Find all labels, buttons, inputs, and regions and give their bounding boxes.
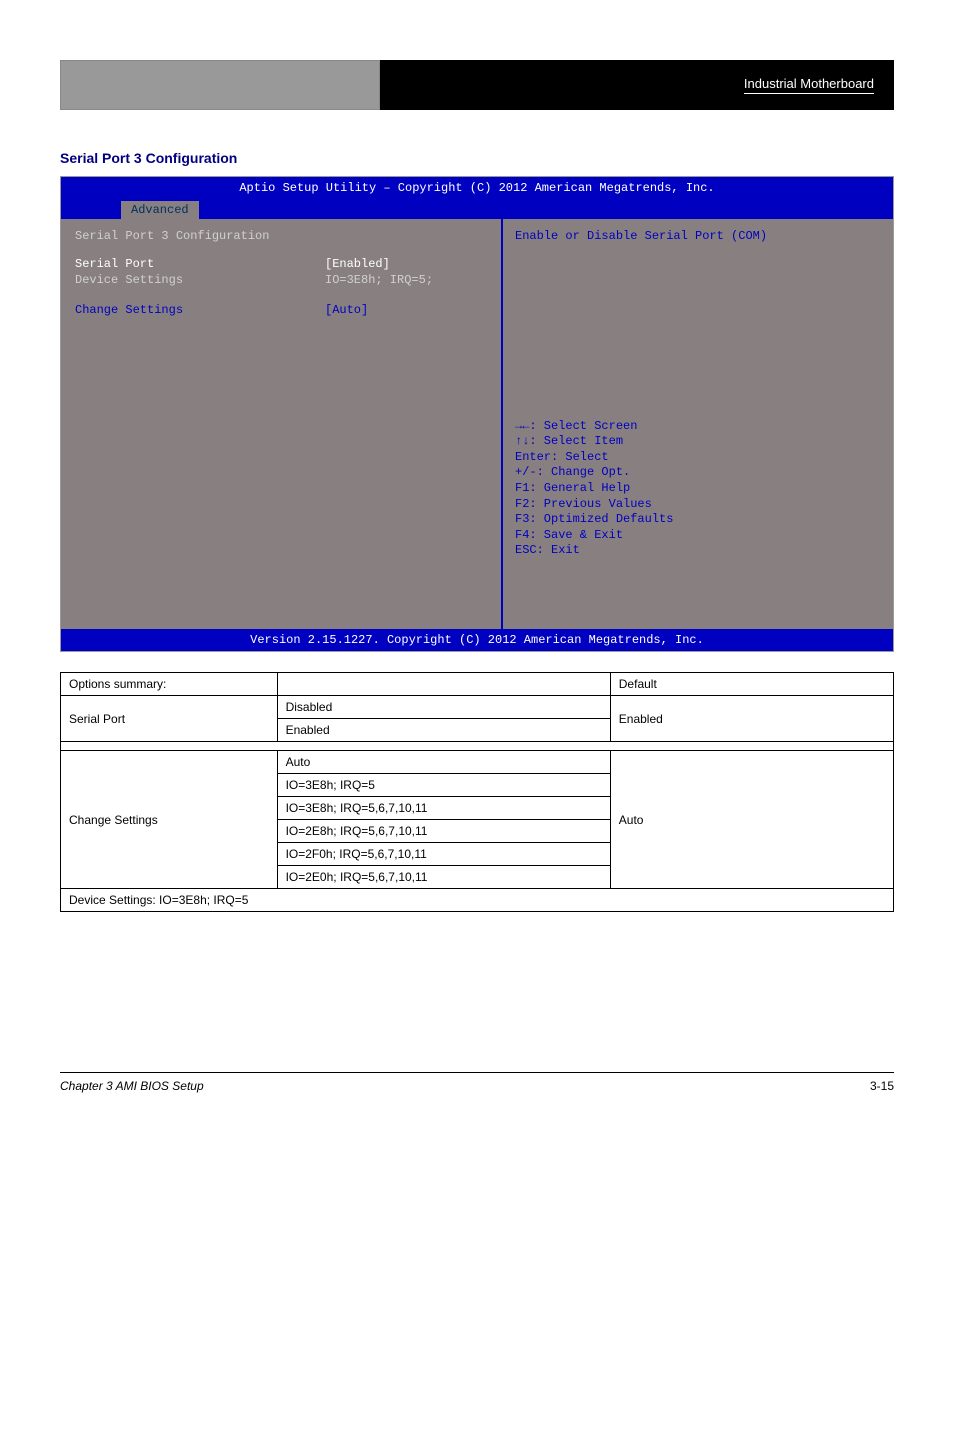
opt-value: IO=3E8h; IRQ=5	[278, 774, 610, 797]
table-row: Change Settings Auto IO=3E8h; IRQ=5 IO=3…	[61, 751, 894, 889]
nav-line: F1: General Help	[515, 481, 881, 497]
opt-value: Enabled	[278, 719, 610, 742]
th-blank	[277, 673, 610, 696]
bios-heading: Serial Port 3 Configuration	[75, 229, 487, 243]
nav-line: +/-: Change Opt.	[515, 465, 881, 481]
options-table: Options summary: Default Serial Port Dis…	[60, 672, 894, 912]
th-summary: Options summary:	[61, 673, 278, 696]
bios-footer: Version 2.15.1227. Copyright (C) 2012 Am…	[61, 629, 893, 651]
nav-line: ESC: Exit	[515, 543, 881, 559]
nav-line: F2: Previous Values	[515, 497, 881, 513]
opt-value: IO=2E0h; IRQ=5,6,7,10,11	[278, 866, 610, 889]
bios-nav-help: →←: Select Screen ↑↓: Select Item Enter:…	[515, 419, 881, 559]
opt-default: Auto	[610, 751, 893, 889]
bios-help-text: Enable or Disable Serial Port (COM)	[515, 229, 881, 243]
bios-item-device-settings: Device Settings	[75, 273, 325, 287]
header-left-block	[60, 60, 380, 110]
opt-value: Disabled	[278, 696, 610, 719]
opt-value: Auto	[278, 751, 610, 774]
footer-right: 3-15	[870, 1079, 894, 1093]
opt-value: IO=3E8h; IRQ=5,6,7,10,11	[278, 797, 610, 820]
nav-line: →←: Select Screen	[515, 419, 881, 435]
th-default: Default	[610, 673, 893, 696]
page-footer: Chapter 3 AMI BIOS Setup 3-15	[60, 1072, 894, 1093]
nav-line: ↑↓: Select Item	[515, 434, 881, 450]
opt-name: Serial Port	[61, 696, 278, 742]
bios-screenshot: Aptio Setup Utility – Copyright (C) 2012…	[60, 176, 894, 652]
header-title: Industrial Motherboard	[744, 76, 874, 94]
footer-left: Chapter 3 AMI BIOS Setup	[60, 1079, 204, 1093]
opt-value: IO=2F0h; IRQ=5,6,7,10,11	[278, 843, 610, 866]
table-row: Serial Port Disabled Enabled Enabled	[61, 696, 894, 742]
nav-line: F3: Optimized Defaults	[515, 512, 881, 528]
opt-note: Device Settings: IO=3E8h; IRQ=5	[61, 889, 894, 912]
bios-left-pane: Serial Port 3 Configuration Serial Port …	[61, 219, 501, 629]
tab-advanced[interactable]: Advanced	[121, 201, 199, 219]
bios-right-pane: Enable or Disable Serial Port (COM) →←: …	[501, 219, 893, 629]
opt-name: Change Settings	[61, 751, 278, 889]
opt-value: IO=2E8h; IRQ=5,6,7,10,11	[278, 820, 610, 843]
nav-line: Enter: Select	[515, 450, 881, 466]
nav-line: F4: Save & Exit	[515, 528, 881, 544]
bios-val-serial-port[interactable]: [Enabled]	[325, 257, 487, 271]
page-header: Industrial Motherboard	[60, 60, 894, 110]
section-title: Serial Port 3 Configuration	[60, 150, 894, 166]
bios-tab-row: Advanced	[61, 199, 893, 219]
bios-item-serial-port[interactable]: Serial Port	[75, 257, 325, 271]
opt-default: Enabled	[610, 696, 893, 742]
opt-note	[61, 742, 894, 751]
bios-title: Aptio Setup Utility – Copyright (C) 2012…	[61, 177, 893, 199]
bios-item-change-settings[interactable]: Change Settings	[75, 303, 325, 317]
bios-val-change-settings[interactable]: [Auto]	[325, 303, 487, 317]
bios-val-device-settings: IO=3E8h; IRQ=5;	[325, 273, 487, 287]
header-right-block: Industrial Motherboard	[380, 60, 894, 110]
